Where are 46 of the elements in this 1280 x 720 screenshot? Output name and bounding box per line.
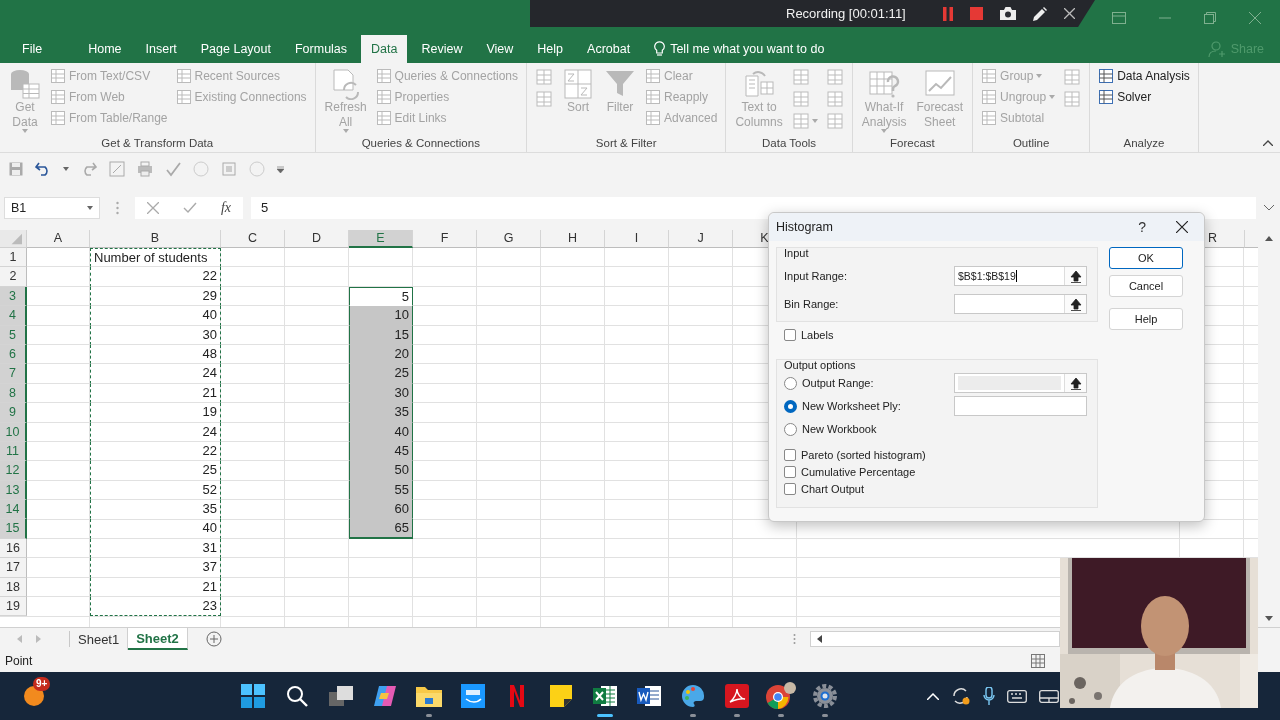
table-cell: 52 (90, 480, 221, 501)
table-cell: 30 (349, 383, 413, 404)
ribbon-group-label: Queries & Connections (361, 137, 480, 151)
table-cell: 40 (349, 422, 413, 442)
table-cell: 23 (90, 597, 221, 617)
table-cell: 21 (90, 383, 221, 404)
table-cell: 37 (90, 558, 221, 578)
table-cell: 40 (90, 519, 221, 539)
ribbon-group-label: Get & Transform Data (101, 137, 214, 151)
recording-status: Recording [00:01:11] (786, 6, 906, 21)
ribbon-group-label: Forecast (890, 137, 935, 151)
table-cell: 25 (90, 461, 221, 481)
table-cell: 30 (90, 325, 221, 345)
table-cell: 10 (349, 306, 413, 326)
table-cell: 5 (349, 286, 413, 307)
table-cell: 19 (90, 403, 221, 423)
table-cell: 48 (90, 344, 221, 365)
group-label: Output options (784, 359, 857, 371)
table-cell: 65 (349, 519, 413, 539)
status-text: Point (5, 654, 33, 668)
field-label: Input Range: (784, 270, 847, 282)
table-cell: 20 (349, 344, 413, 365)
table-cell: 24 (90, 422, 221, 442)
table-cell: 22 (90, 441, 221, 462)
table-cell: 31 (90, 538, 221, 559)
notification-badge: 9+ (33, 677, 51, 691)
table-cell: 60 (349, 500, 413, 520)
table-cell: 22 (90, 267, 221, 287)
table-cell: 55 (349, 480, 413, 501)
table-cell: 40 (90, 306, 221, 326)
table-cell: 35 (349, 403, 413, 423)
ribbon-group-label: Sort & Filter (595, 137, 657, 151)
table-cell: 45 (349, 441, 413, 462)
ribbon-group-label: Data Tools (762, 137, 817, 151)
table-cell: 50 (349, 461, 413, 481)
group-label: Input (784, 247, 810, 259)
table-cell: 25 (349, 364, 413, 384)
table-cell: Number of students (90, 248, 221, 268)
table-cell: 15 (349, 325, 413, 345)
table-cell: 29 (90, 286, 221, 307)
table-cell: 21 (90, 577, 221, 598)
ribbon-group-label: Outline (1012, 137, 1050, 151)
ribbon-group-label: Analyze (1123, 137, 1165, 151)
table-cell: 24 (90, 364, 221, 384)
field-label: Bin Range: (784, 298, 839, 310)
table-cell: 35 (90, 500, 221, 520)
